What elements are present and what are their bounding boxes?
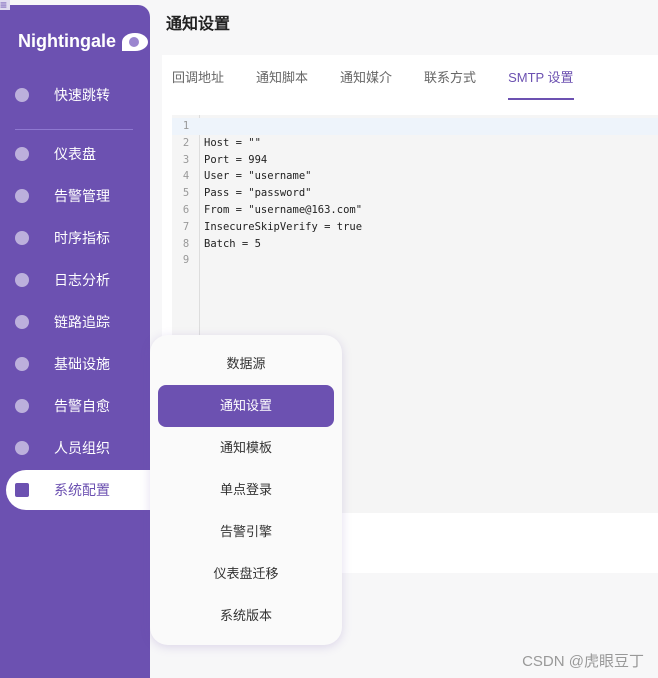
trace-icon xyxy=(15,315,29,329)
sidebar-item-label: 人员组织 xyxy=(54,440,110,456)
line-number: 6 xyxy=(182,203,190,216)
code-line: 9 xyxy=(172,252,658,269)
code-text: Port = 994 xyxy=(204,153,268,166)
sidebar-item-label: 时序指标 xyxy=(54,230,110,246)
code-line: 4 User = "username" xyxy=(172,168,658,185)
chart-icon xyxy=(15,231,29,245)
sidebar-item[interactable]: 告警管理 xyxy=(0,176,150,216)
code-text: From = "username@163.com" xyxy=(204,203,363,216)
tabs: 回调地址 通知脚本 通知媒介 联系方式 SMTP 设置 xyxy=(172,67,574,100)
tab[interactable]: 回调地址 xyxy=(172,67,224,100)
search-icon xyxy=(15,88,29,102)
code-line: 3 Port = 994 xyxy=(172,152,658,169)
line-number: 2 xyxy=(182,136,190,149)
tab[interactable]: 通知媒介 xyxy=(340,67,392,100)
line-number: 8 xyxy=(182,237,190,250)
sidebar-item[interactable]: 基础设施 xyxy=(0,344,150,384)
system-config-submenu: 数据源 通知设置 通知模板 单点登录 告警引擎 仪表盘迁移 系统版本 xyxy=(150,335,342,645)
submenu-item[interactable]: 告警引擎 xyxy=(158,511,334,553)
sidebar-item[interactable]: 时序指标 xyxy=(0,218,150,258)
logo[interactable]: Nightingale xyxy=(18,31,148,52)
submenu-item[interactable]: 系统版本 xyxy=(158,595,334,637)
sidebar-item-label: 告警管理 xyxy=(54,188,110,204)
line-number: 4 xyxy=(182,170,190,183)
submenu-item[interactable]: 通知模板 xyxy=(158,427,334,469)
sidebar-item-label: 仪表盘 xyxy=(54,146,96,162)
code-line: 7 InsecureSkipVerify = true xyxy=(172,219,658,236)
sidebar-item-label: 日志分析 xyxy=(54,272,110,288)
log-icon xyxy=(15,273,29,287)
code-line: 8 Batch = 5 xyxy=(172,236,658,253)
code-text: Host = "" xyxy=(204,136,261,149)
submenu-item[interactable]: 单点登录 xyxy=(158,469,334,511)
code-line: 6 From = "username@163.com" xyxy=(172,202,658,219)
page-title: 通知设置 xyxy=(166,16,231,33)
code-text: Pass = "password" xyxy=(204,187,312,200)
grid-icon xyxy=(15,483,29,497)
line-number: 3 xyxy=(182,153,190,166)
tab[interactable]: SMTP 设置 xyxy=(508,67,574,100)
line-number: 9 xyxy=(182,254,190,267)
sidebar-item[interactable]: 人员组织 xyxy=(0,428,150,468)
sidebar-item[interactable]: 系统配置 xyxy=(6,470,150,510)
submenu-item[interactable]: 通知设置 xyxy=(158,385,334,427)
sidebar-item-label: 告警自愈 xyxy=(54,398,110,414)
sidebar: Nightingale 快速跳转仪表盘告警管理时序指标日志分析链路追踪基础设施告… xyxy=(0,5,150,678)
user-icon xyxy=(15,441,29,455)
code-text: Batch = 5 xyxy=(204,237,261,250)
menu-icon[interactable]: ≡ xyxy=(0,0,10,11)
sidebar-item[interactable]: 告警自愈 xyxy=(0,386,150,426)
sidebar-item-label: 链路追踪 xyxy=(54,314,110,330)
line-number: 1 xyxy=(182,120,190,132)
sidebar-item[interactable]: 链路追踪 xyxy=(0,302,150,342)
sidebar-item-label: 系统配置 xyxy=(54,482,110,498)
submenu-item[interactable]: 数据源 xyxy=(158,343,334,385)
infra-icon xyxy=(15,357,29,371)
nightingale-bird-icon xyxy=(122,32,148,51)
code-line: 1 xyxy=(172,118,658,135)
terminal-icon xyxy=(15,399,29,413)
tab[interactable]: 联系方式 xyxy=(424,67,476,100)
alarm-icon xyxy=(15,189,29,203)
sidebar-item-label: 快速跳转 xyxy=(54,87,110,103)
divider xyxy=(15,129,133,130)
sidebar-item[interactable]: 快速跳转 xyxy=(0,75,150,115)
sidebar-item[interactable]: 仪表盘 xyxy=(0,134,150,174)
logo-text: Nightingale xyxy=(18,31,116,51)
code-text: User = "username" xyxy=(204,170,312,183)
code-line: 5 Pass = "password" xyxy=(172,185,658,202)
line-number: 7 xyxy=(182,220,190,233)
line-number: 5 xyxy=(182,187,190,200)
sidebar-item[interactable]: 日志分析 xyxy=(0,260,150,300)
tab[interactable]: 通知脚本 xyxy=(256,67,308,100)
code-line: 2 Host = "" xyxy=(172,135,658,152)
sidebar-item-label: 基础设施 xyxy=(54,356,110,372)
dashboard-icon xyxy=(15,147,29,161)
code-text: InsecureSkipVerify = true xyxy=(204,220,363,233)
submenu-item[interactable]: 仪表盘迁移 xyxy=(158,553,334,595)
watermark: CSDN @虎眼豆丁 xyxy=(522,653,644,670)
